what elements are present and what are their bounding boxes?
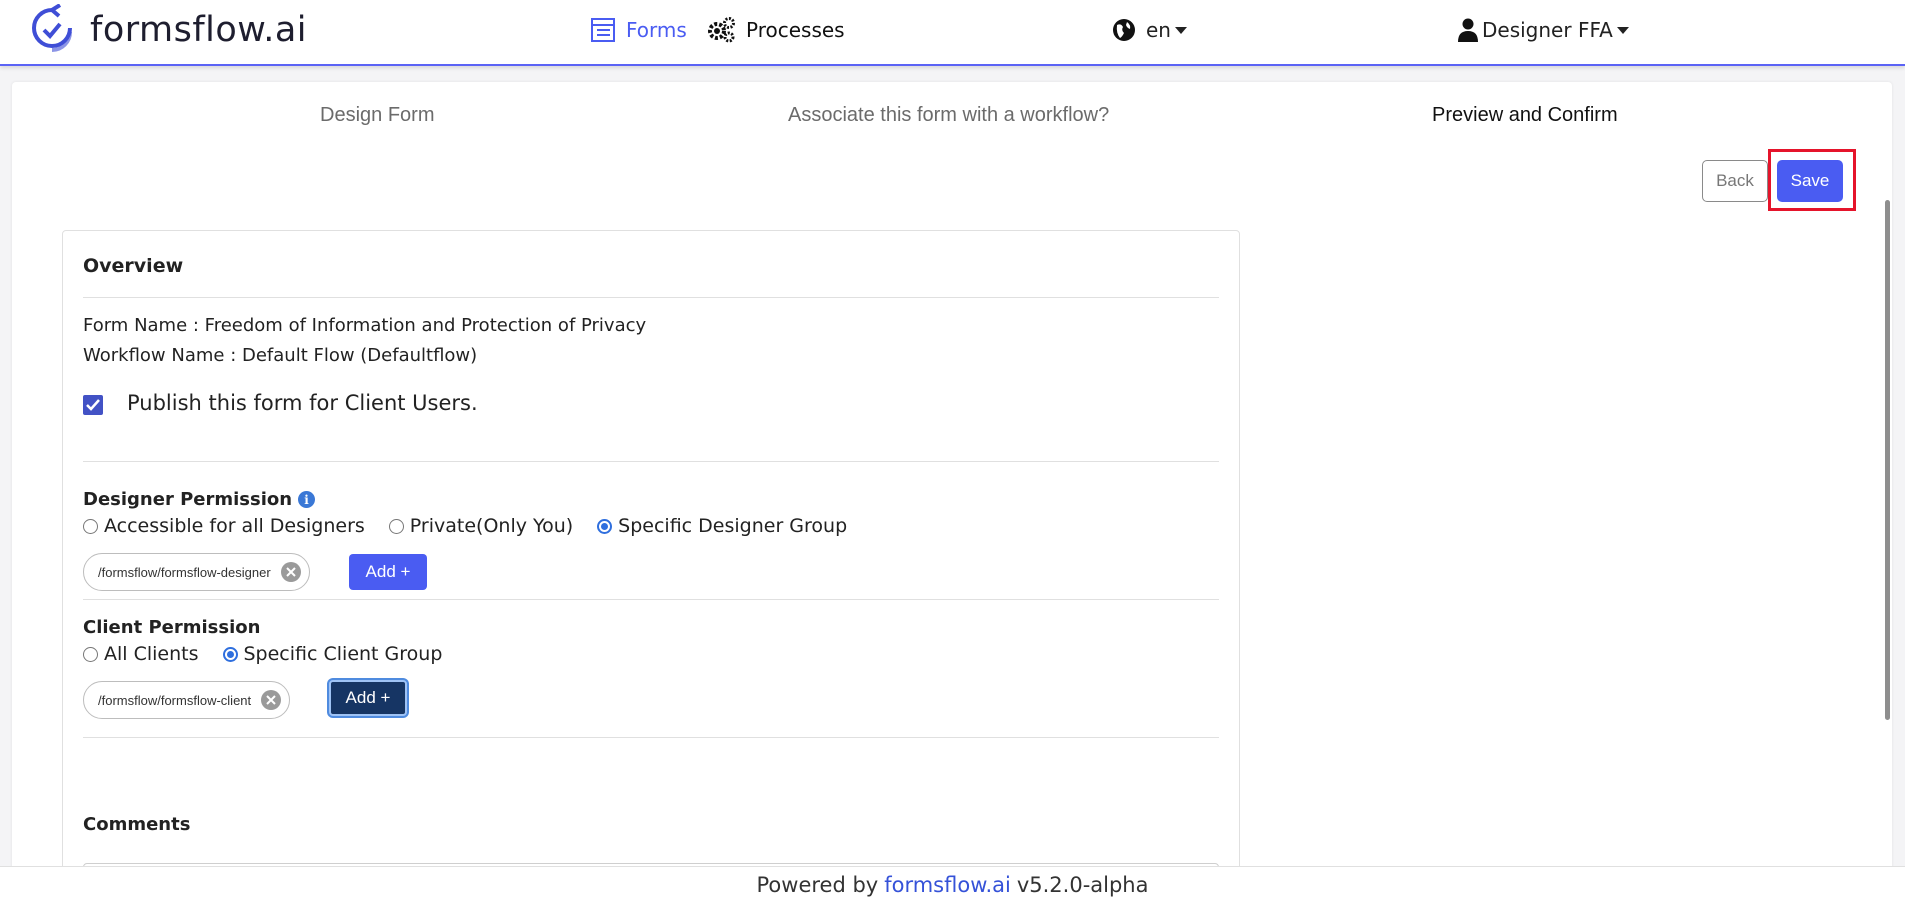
gears-icon xyxy=(708,17,735,43)
user-name: Designer FFA xyxy=(1482,18,1613,42)
brand-name: formsflow.ai xyxy=(90,10,308,50)
workflow-name-text: Workflow Name : Default Flow (Defaultflo… xyxy=(83,345,478,366)
nav-forms[interactable]: Forms xyxy=(590,14,687,46)
brand[interactable]: formsflow.ai xyxy=(30,4,307,56)
radio-all-designers[interactable]: Accessible for all Designers xyxy=(83,515,365,537)
overview-title: Overview xyxy=(83,255,184,277)
radio-label: Specific Designer Group xyxy=(618,515,848,537)
nav-processes-label: Processes xyxy=(746,18,845,42)
publish-label: Publish this form for Client Users. xyxy=(127,391,478,415)
radio-label: All Clients xyxy=(104,643,199,665)
back-button[interactable]: Back xyxy=(1702,160,1768,202)
footer-version: v5.2.0-alpha xyxy=(1016,872,1149,897)
add-designer-group-button[interactable]: Add + xyxy=(349,554,427,590)
divider xyxy=(83,461,1219,462)
add-client-group-button[interactable]: Add + xyxy=(329,680,407,716)
save-button[interactable]: Save xyxy=(1777,160,1843,202)
chevron-down-icon xyxy=(1174,26,1187,34)
remove-chip-icon[interactable] xyxy=(280,562,301,582)
globe-icon xyxy=(1113,19,1135,41)
chip-label: /formsflow/formsflow-client xyxy=(98,692,252,708)
nav-forms-label: Forms xyxy=(626,18,687,42)
step-preview-confirm[interactable]: Preview and Confirm xyxy=(1432,104,1618,127)
radio-private[interactable]: Private(Only You) xyxy=(388,515,574,537)
top-navbar: formsflow.ai Forms Processes en Designer… xyxy=(0,0,1905,66)
step-associate-workflow[interactable]: Associate this form with a workflow? xyxy=(788,104,1109,127)
designer-group-chip: /formsflow/formsflow-designer xyxy=(83,553,310,591)
radio-all-clients[interactable]: All Clients xyxy=(83,643,199,665)
radio-label: Specific Client Group xyxy=(243,643,443,665)
divider xyxy=(83,297,1219,298)
user-dropdown[interactable]: Designer FFA xyxy=(1458,14,1629,46)
overview-panel: Overview Form Name : Freedom of Informat… xyxy=(62,230,1240,902)
chevron-down-icon xyxy=(1616,26,1629,34)
divider xyxy=(83,599,1219,600)
designer-permission-title: Designer Permission i xyxy=(83,489,316,510)
client-permission-title: Client Permission xyxy=(83,617,261,638)
user-icon xyxy=(1458,18,1478,42)
footer-link[interactable]: formsflow.ai xyxy=(884,873,1011,897)
info-icon[interactable]: i xyxy=(298,491,316,508)
step-design-form[interactable]: Design Form xyxy=(320,104,434,127)
form-name-text: Form Name : Freedom of Information and P… xyxy=(83,315,647,336)
publish-checkbox[interactable] xyxy=(83,395,103,415)
designer-permission-options: Accessible for all Designers Private(Onl… xyxy=(83,515,871,537)
remove-chip-icon[interactable] xyxy=(261,690,282,710)
designer-permission-label: Designer Permission xyxy=(83,489,293,510)
checkmark-icon xyxy=(86,399,100,411)
comments-title: Comments xyxy=(83,814,191,835)
radio-circle xyxy=(388,518,404,534)
radio-specific-client-group[interactable]: Specific Client Group xyxy=(222,643,443,665)
forms-icon xyxy=(591,18,615,42)
client-permission-options: All Clients Specific Client Group xyxy=(83,643,466,665)
radio-label: Accessible for all Designers xyxy=(104,515,365,537)
main-card: Design Form Associate this form with a w… xyxy=(12,82,1892,902)
radio-label: Private(Only You) xyxy=(409,515,574,537)
radio-circle xyxy=(83,518,98,534)
formsflow-logo-icon xyxy=(32,4,72,52)
footer-prefix: Powered by xyxy=(756,872,879,897)
radio-specific-designer-group[interactable]: Specific Designer Group xyxy=(597,515,847,537)
nav-processes[interactable]: Processes xyxy=(706,14,845,46)
language-label: en xyxy=(1146,18,1171,42)
language-dropdown[interactable]: en xyxy=(1112,14,1187,46)
footer: Powered by formsflow.ai v5.2.0-alpha xyxy=(0,866,1905,902)
radio-circle-selected xyxy=(597,518,613,534)
client-group-chip: /formsflow/formsflow-client xyxy=(83,681,291,719)
scrollbar-thumb[interactable] xyxy=(1885,200,1890,720)
divider xyxy=(83,737,1219,738)
chip-label: /formsflow/formsflow-designer xyxy=(98,564,271,580)
radio-circle-selected xyxy=(222,646,238,662)
radio-circle xyxy=(83,646,98,662)
